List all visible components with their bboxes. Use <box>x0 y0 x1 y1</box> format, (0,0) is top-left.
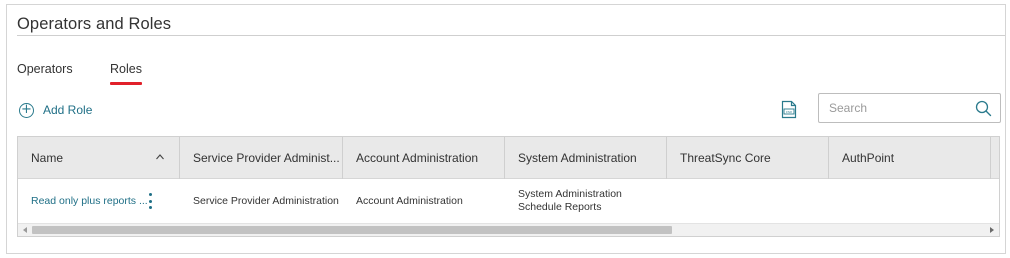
horizontal-scrollbar[interactable] <box>18 223 999 236</box>
search-box <box>818 93 1001 123</box>
cell-service-provider-administration: Service Provider Administration <box>193 195 339 207</box>
csv-file-icon: csv <box>781 100 797 119</box>
column-header-account-administration[interactable]: Account Administration <box>343 137 505 179</box>
cell-threatsync-core <box>667 180 829 222</box>
page-title: Operators and Roles <box>17 15 172 33</box>
column-header-label: ThreatSync Core <box>680 151 771 165</box>
column-header-label: System Administration <box>518 151 637 165</box>
add-role-label: Add Role <box>43 103 93 117</box>
column-header-threatsync-core[interactable]: ThreatSync Core <box>667 137 829 179</box>
role-name-link[interactable]: Read only plus reports ... <box>31 195 148 207</box>
column-header-service-provider[interactable]: Service Provider Administ... <box>180 137 343 179</box>
table-row: Read only plus reports ... Service Provi… <box>18 180 999 222</box>
scroll-right-icon[interactable] <box>990 227 994 233</box>
cell-line: Schedule Reports <box>518 201 602 213</box>
scrollbar-thumb[interactable] <box>32 226 672 234</box>
cell-line: System Administration <box>518 188 622 200</box>
column-header-system-administration[interactable]: System Administration <box>505 137 667 179</box>
row-actions-kebab-icon[interactable] <box>146 193 154 209</box>
cell-authpoint <box>829 180 991 222</box>
column-header-authpoint[interactable]: AuthPoint <box>829 137 991 179</box>
column-header-label: AuthPoint <box>842 151 895 165</box>
roles-table: Name Service Provider Administ... Accoun… <box>17 136 1000 237</box>
search-input[interactable] <box>829 101 969 115</box>
column-header-name[interactable]: Name <box>18 137 180 179</box>
cell-system-administration: System Administration Schedule Reports <box>505 180 667 222</box>
column-header-label: Service Provider Administ... <box>193 151 340 165</box>
column-header-label: Account Administration <box>356 151 479 165</box>
sort-ascending-icon[interactable] <box>155 152 165 162</box>
title-divider <box>17 35 1005 36</box>
svg-text:csv: csv <box>786 110 793 114</box>
export-csv-button[interactable]: csv <box>781 100 797 119</box>
cell-account-administration: Account Administration <box>356 195 463 207</box>
table-header: Name Service Provider Administ... Accoun… <box>18 137 999 179</box>
add-role-button[interactable]: + Add Role <box>19 100 92 120</box>
search-icon[interactable] <box>975 100 992 117</box>
scroll-left-icon[interactable] <box>23 227 27 233</box>
operators-roles-panel: Operators and Roles Operators Roles + Ad… <box>6 4 1006 254</box>
cell-name: Read only plus reports ... <box>18 180 180 222</box>
column-header-label: Name <box>31 151 64 165</box>
plus-circle-icon: + <box>19 102 34 118</box>
tab-roles[interactable]: Roles <box>110 62 142 85</box>
tab-operators[interactable]: Operators <box>17 62 73 76</box>
